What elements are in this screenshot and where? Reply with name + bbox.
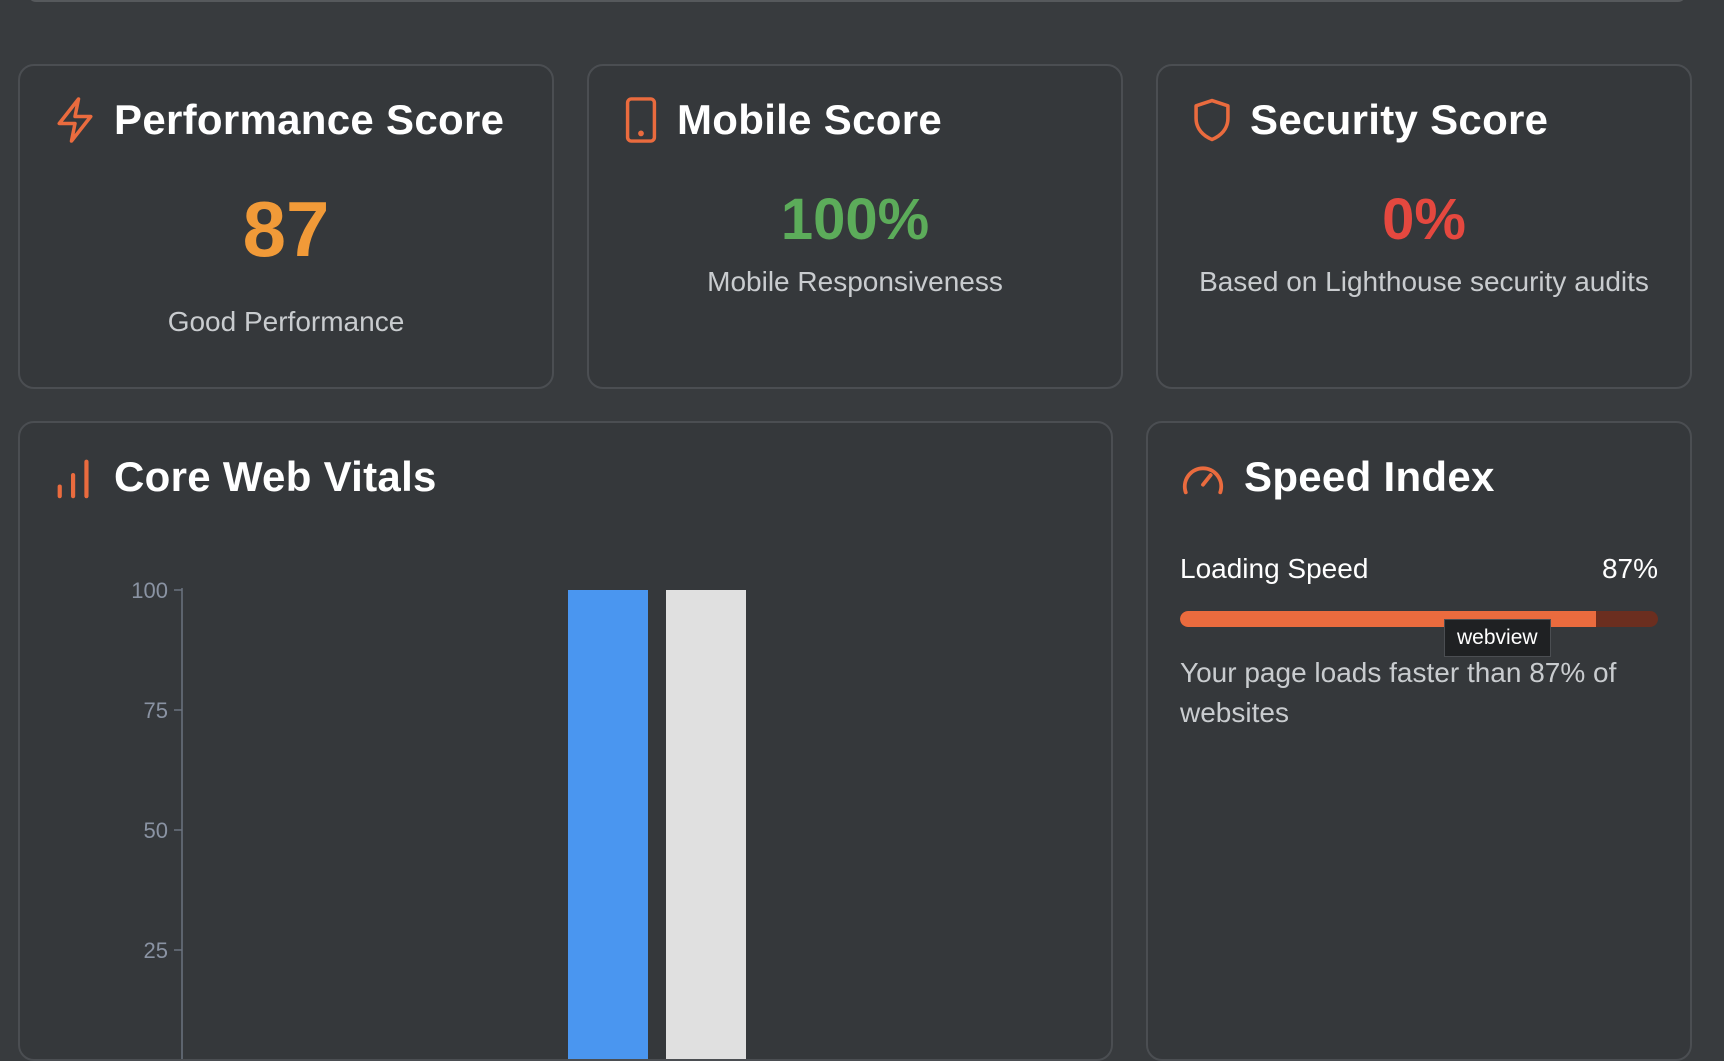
performance-subtitle: Good Performance [167, 306, 405, 337]
security-card-header: Security Score [1192, 96, 1548, 144]
tooltip: webview [1444, 619, 1551, 657]
loading-speed-row: Loading Speed 87% [1180, 553, 1658, 585]
speed-index-card: Speed Index Loading Speed 87% webview Yo… [1146, 421, 1692, 1061]
mobile-value: 100% [780, 187, 930, 252]
core-web-vitals-chart: 100 75 50 25 [131, 578, 746, 1061]
card-title: Security Score [1250, 96, 1549, 143]
y-tick-label: 50 [144, 818, 168, 843]
performance-score-card: Performance Score 87 Good Performance [18, 64, 554, 389]
loading-speed-progress [1180, 611, 1658, 627]
security-subtitle: Based on Lighthouse security audits [1199, 266, 1649, 297]
y-tick-label: 75 [144, 698, 168, 723]
lightning-icon [54, 97, 96, 143]
smartphone-icon [623, 97, 659, 143]
speed-description: Your page loads faster than 87% of websi… [1180, 657, 1617, 728]
card-title: Speed Index [1244, 453, 1495, 500]
chart-bar[interactable] [666, 590, 746, 1061]
speed-card-header: Speed Index [1180, 453, 1495, 501]
gauge-icon [1180, 454, 1226, 500]
top-panel-edge [28, 0, 1686, 2]
chart-bar[interactable] [568, 590, 648, 1061]
y-tick-label: 25 [144, 938, 168, 963]
security-value: 0% [1382, 187, 1466, 252]
card-title: Performance Score [114, 96, 505, 143]
card-title: Mobile Score [677, 96, 942, 143]
security-score-card: Security Score 0% Based on Lighthouse se… [1156, 64, 1692, 389]
performance-card-header: Performance Score [54, 96, 504, 144]
performance-value: 87 [242, 185, 330, 273]
shield-icon [1192, 97, 1232, 143]
mobile-card-header: Mobile Score [623, 96, 942, 144]
loading-speed-label: Loading Speed [1180, 553, 1369, 584]
y-tick-label: 100 [131, 578, 168, 603]
core-web-vitals-card: Core Web Vitals 100 75 50 25 [18, 421, 1113, 1061]
mobile-subtitle: Mobile Responsiveness [707, 266, 1003, 297]
mobile-score-card: Mobile Score 100% Mobile Responsiveness [587, 64, 1123, 389]
loading-speed-value: 87% [1601, 553, 1658, 584]
